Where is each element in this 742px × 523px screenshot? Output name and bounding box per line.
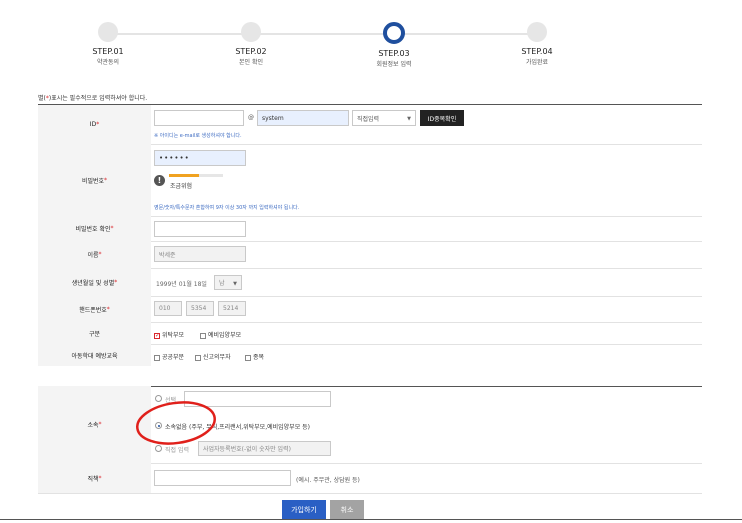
- gender-select[interactable]: 남 ▼: [214, 275, 242, 290]
- step-1: STEP.01 약관동의: [68, 22, 148, 66]
- at-symbol: @: [248, 114, 254, 121]
- password-row: 비밀번호 * •••••• ! 조금위험 영문/숫자/특수문자 혼합하여 9자 이…: [38, 144, 702, 217]
- position-hint: (예시. 주무관, 상담원 등): [296, 477, 360, 484]
- step-4: STEP.04 가입완료: [497, 22, 577, 66]
- step-1-dot: [98, 22, 118, 42]
- chevron-down-icon: ▼: [407, 116, 411, 122]
- checkbox-icon: [200, 332, 206, 339]
- step-3-dot: [383, 22, 405, 44]
- strength-text: 조금위험: [170, 183, 193, 190]
- step-2-dot: [241, 22, 261, 42]
- education-opt-other[interactable]: 종복: [245, 352, 264, 361]
- password-hint: 영문/숫자/특수문자 혼합하여 9자 이상 30자 까지 입력하셔야 됩니다.: [154, 205, 300, 211]
- warning-icon: !: [154, 175, 165, 186]
- position-row: 직책 * (예시. 주무관, 상담원 등): [38, 463, 702, 494]
- password-confirm-input[interactable]: [154, 221, 246, 237]
- checkbox-icon: [154, 354, 160, 361]
- step-1-label: 약관동의: [96, 59, 120, 66]
- password-confirm-label: 비밀번호 확인 *: [38, 216, 151, 241]
- phone-label: 핸드폰번호 *: [38, 296, 151, 322]
- id-hint: ※ 아이디는 e-mail로 생성하셔야 합니다.: [154, 133, 242, 139]
- step-3: STEP.03 회원정보 입력: [354, 22, 434, 68]
- password-confirm-row: 비밀번호 확인 *: [38, 216, 702, 242]
- step-4-label: 가입완료: [525, 59, 549, 66]
- chevron-down-icon: ▼: [233, 281, 237, 287]
- name-label: 이름 *: [38, 241, 151, 268]
- password-label: 비밀번호 *: [38, 144, 151, 216]
- checkbox-checked-icon: ✓: [154, 331, 161, 339]
- signup-form: ID * @ system 직접입력 ▼ ID중복확인 ※ 아이디는 e-mail로…: [38, 104, 702, 494]
- id-label: ID *: [38, 105, 151, 144]
- password-input[interactable]: ••••••: [154, 150, 246, 166]
- education-opt-reporter[interactable]: 신고의무자: [195, 352, 231, 361]
- position-input[interactable]: [154, 470, 291, 486]
- step-3-label: 회원정보 입력: [376, 61, 412, 68]
- phone-part-1[interactable]: 010: [154, 301, 182, 316]
- domain-input[interactable]: system: [257, 110, 349, 126]
- bottom-divider: [0, 519, 742, 520]
- name-row: 이름 * 박세준: [38, 241, 702, 269]
- category-opt-adopt[interactable]: 예비입양부모: [200, 330, 241, 339]
- id-row: ID * @ system 직접입력 ▼ ID중복확인 ※ 아이디는 e-mail로…: [38, 105, 702, 145]
- category-opt-foster[interactable]: ✓ 위탁부모: [154, 330, 184, 339]
- checkbox-icon: [195, 354, 201, 361]
- education-row: 아동학대 예방교육 공공부문 신고의무자 종복: [38, 344, 702, 387]
- phone-part-3[interactable]: 5214: [218, 301, 246, 316]
- education-label: 아동학대 예방교육: [38, 344, 151, 366]
- step-4-number: STEP.04: [521, 47, 553, 56]
- annotation-circle: [136, 401, 216, 445]
- birth-label: 생년월일 및 성별 *: [38, 268, 151, 296]
- education-opt-public[interactable]: 공공부문: [154, 352, 184, 361]
- domain-select[interactable]: 직접입력 ▼: [352, 110, 416, 126]
- name-input[interactable]: 박세준: [154, 246, 246, 262]
- birth-value: 1999년 01월 18일: [156, 281, 207, 288]
- step-progress-line: [108, 33, 536, 35]
- step-1-number: STEP.01: [92, 47, 124, 56]
- step-3-number: STEP.03: [378, 49, 410, 58]
- submit-button[interactable]: 가입하기: [282, 500, 326, 519]
- category-row: 구분 ✓ 위탁부모 예비입양부모: [38, 322, 702, 345]
- phone-part-2[interactable]: 5354: [186, 301, 214, 316]
- step-4-dot: [527, 22, 547, 42]
- cancel-button[interactable]: 취소: [330, 500, 364, 519]
- id-check-button[interactable]: ID중복확인: [420, 110, 464, 126]
- required-notice: 별(*)표시는 필수적으로 입력하셔야 합니다.: [38, 95, 148, 102]
- strength-bar: [169, 174, 223, 177]
- position-label: 직책 *: [38, 463, 151, 493]
- id-input[interactable]: [154, 110, 244, 126]
- step-2-number: STEP.02: [235, 47, 267, 56]
- category-label: 구분: [38, 322, 151, 344]
- birth-row: 생년월일 및 성별 * 1999년 01월 18일 남 ▼: [38, 268, 702, 297]
- step-2: STEP.02 본인 확인: [211, 22, 291, 66]
- step-2-label: 본인 확인: [239, 59, 263, 66]
- strength-fill: [169, 174, 199, 177]
- checkbox-icon: [245, 354, 251, 361]
- phone-row: 핸드폰번호 * 010 5354 5214: [38, 296, 702, 323]
